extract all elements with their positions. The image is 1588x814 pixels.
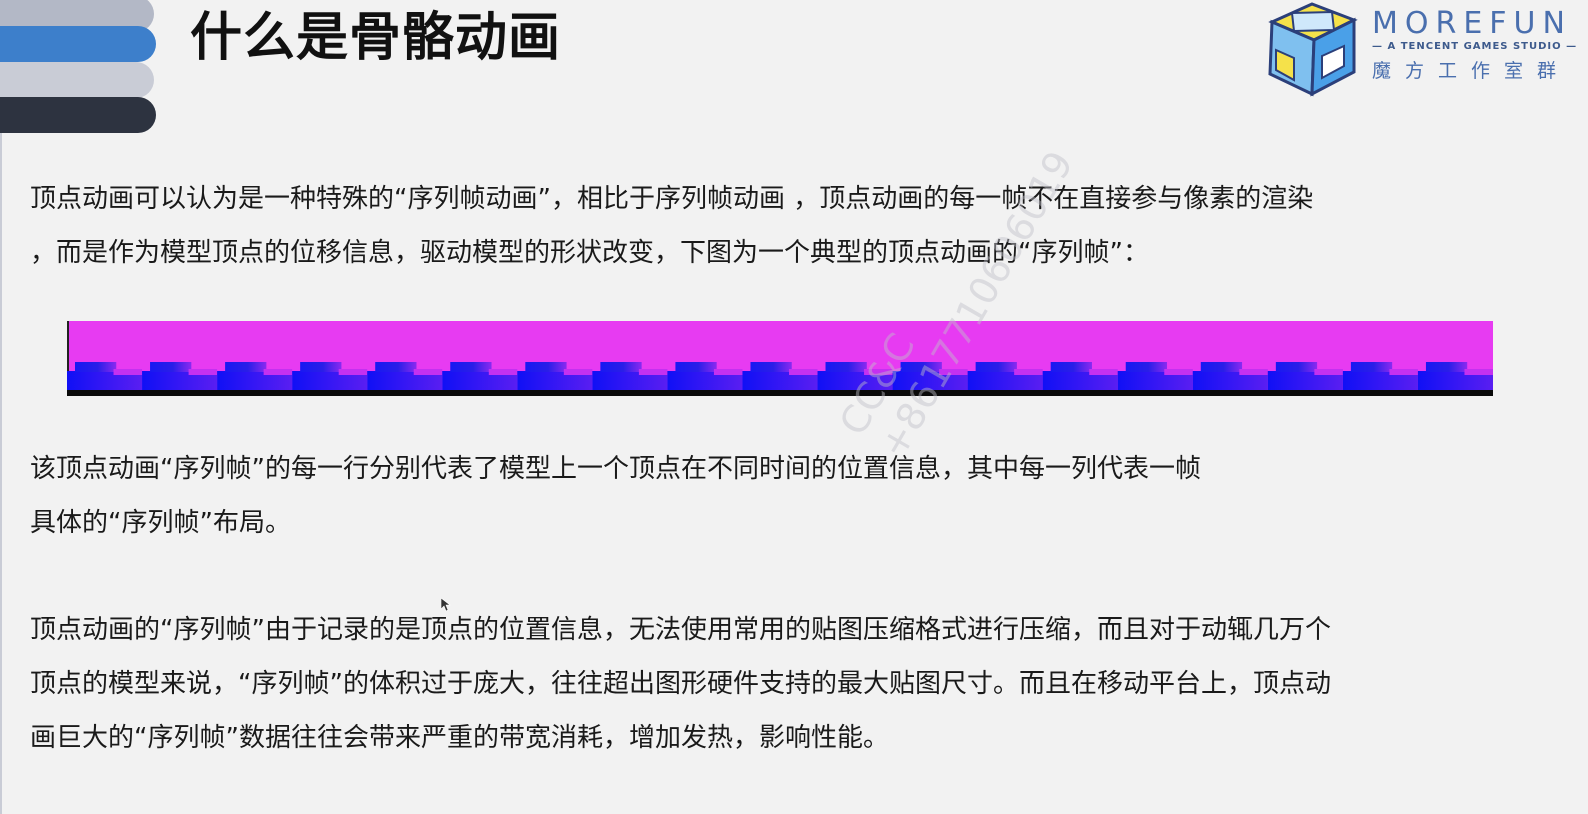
logo-name: MOREFUN bbox=[1372, 6, 1572, 41]
paragraph-line: 顶点动画可以认为是一种特殊的“序列帧动画”，相比于序列帧动画 ，顶点动画的每一帧… bbox=[30, 184, 1314, 214]
paragraph-layout: 该顶点动画“序列帧”的每一行分别代表了模型上一个顶点在不同时间的位置信息，其中每… bbox=[30, 442, 1201, 550]
deco-bar-2 bbox=[0, 26, 156, 62]
paragraph-line: ，而是作为模型顶点的位移信息，驱动模型的形状改变，下图为一个典型的顶点动画的“序… bbox=[30, 238, 1149, 268]
morefun-logo: MOREFUN — A TENCENT GAMES STUDIO — 魔方工作室… bbox=[1262, 0, 1588, 100]
deco-bar-4 bbox=[0, 97, 156, 133]
paragraph-line: 该顶点动画“序列帧”的每一行分别代表了模型上一个顶点在不同时间的位置信息，其中每… bbox=[30, 454, 1201, 484]
mouse-cursor-icon bbox=[441, 598, 451, 612]
logo-chinese: 魔方工作室群 bbox=[1372, 60, 1571, 82]
vertex-animation-frame-strip bbox=[67, 321, 1493, 396]
paragraph-intro: 顶点动画可以认为是一种特殊的“序列帧动画”，相比于序列帧动画 ，顶点动画的每一帧… bbox=[30, 172, 1313, 280]
cube-logo-icon bbox=[1268, 2, 1358, 97]
paragraph-drawbacks: 顶点动画的“序列帧”由于记录的是顶点的位置信息，无法使用常用的贴图压缩格式进行压… bbox=[30, 603, 1331, 765]
slide-title: 什么是骨骼动画 bbox=[190, 8, 562, 68]
deco-bar-3 bbox=[0, 62, 154, 98]
logo-subtitle: — A TENCENT GAMES STUDIO — bbox=[1372, 41, 1578, 52]
paragraph-line: 画巨大的“序列帧”数据往往会带来严重的带宽消耗，增加发热，影响性能。 bbox=[30, 723, 889, 753]
paragraph-line: 顶点动画的“序列帧”由于记录的是顶点的位置信息，无法使用常用的贴图压缩格式进行压… bbox=[30, 615, 1331, 645]
paragraph-line: 顶点的模型来说，“序列帧”的体积过于庞大，往往超出图形硬件支持的最大贴图尺寸。而… bbox=[30, 669, 1331, 699]
paragraph-line: 具体的“序列帧”布局。 bbox=[30, 508, 291, 538]
